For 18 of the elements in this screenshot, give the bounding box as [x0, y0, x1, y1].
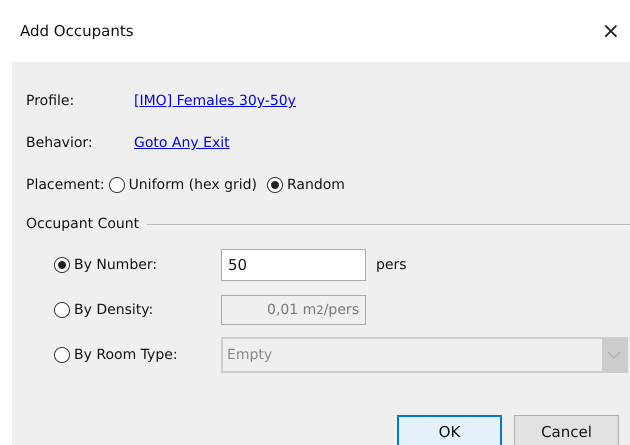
profile-label: Profile: — [26, 93, 76, 109]
radio-label[interactable]: By Number: — [74, 256, 158, 272]
radio-label[interactable]: Uniform (hex grid) — [128, 177, 257, 193]
close-button[interactable]: × — [598, 18, 624, 44]
window-title: Add Occupants — [20, 22, 134, 40]
profile-link[interactable]: [IMO] Females 30y-50y — [134, 93, 296, 109]
ok-button[interactable]: OK — [397, 415, 502, 445]
behavior-link[interactable]: Goto Any Exit — [134, 135, 230, 151]
radio-label[interactable]: Random — [286, 177, 345, 193]
behavior-label: Behavior: — [26, 135, 94, 151]
radio-button[interactable] — [54, 256, 70, 272]
placement-label: Placement: — [26, 177, 105, 193]
cancel-button[interactable]: Cancel — [514, 415, 619, 445]
group-title: Occupant Count — [26, 216, 140, 232]
unit-label: pers — [376, 256, 407, 272]
radio-button[interactable] — [266, 177, 283, 193]
input-field[interactable]: 50 — [221, 248, 366, 280]
radio-button[interactable] — [108, 177, 125, 193]
